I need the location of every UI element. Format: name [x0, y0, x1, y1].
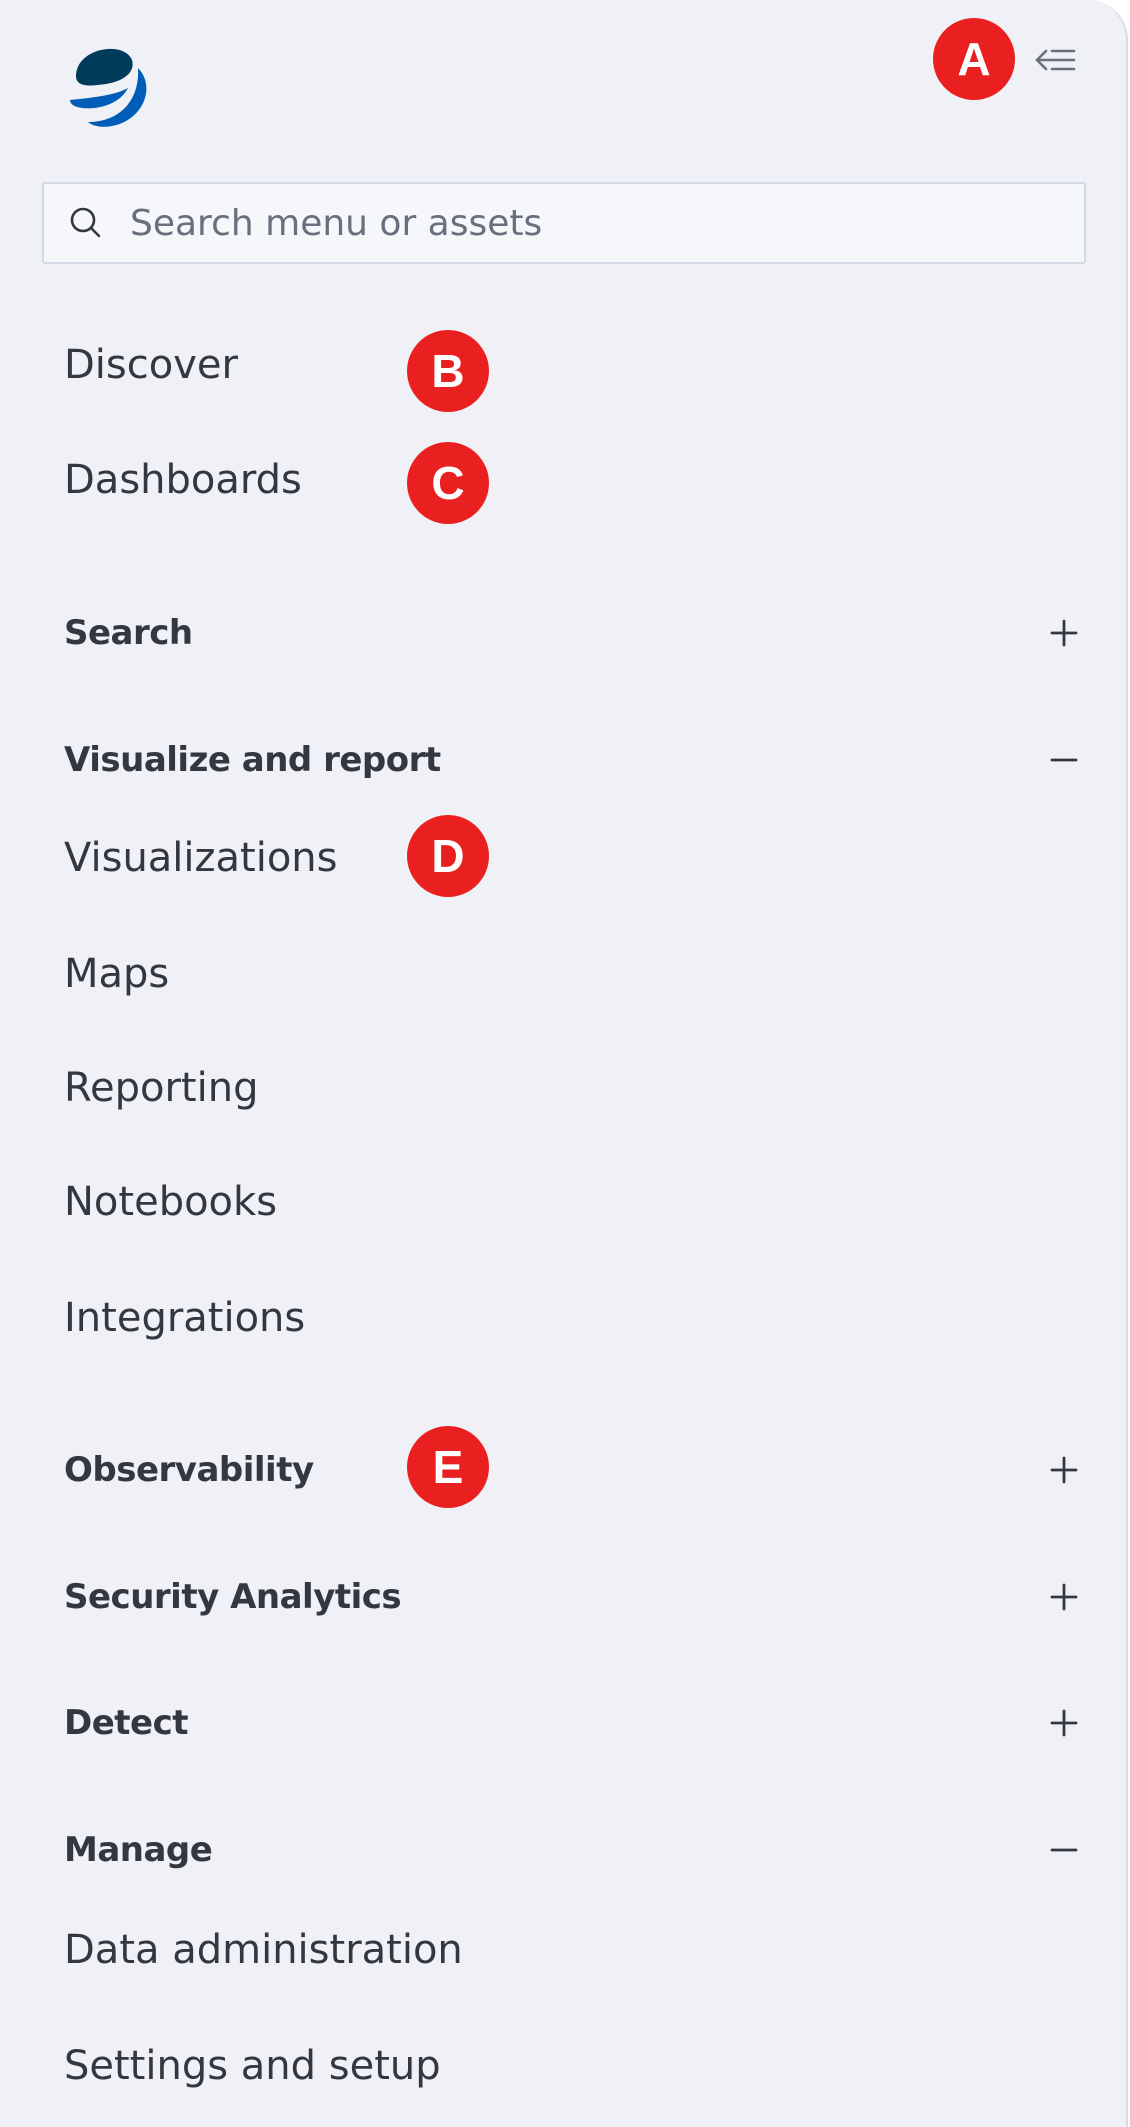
group-header-manage[interactable]: Manage	[64, 1820, 1086, 1880]
nav-item-dashboards[interactable]: Dashboards	[64, 450, 302, 510]
group-header-detect[interactable]: Detect	[64, 1693, 1086, 1753]
nav-item-maps[interactable]: Maps	[64, 944, 169, 1004]
nav-item-visualizations[interactable]: Visualizations	[64, 828, 338, 888]
group-title-observability: Observability	[64, 1450, 314, 1490]
nav-item-data-administration[interactable]: Data administration	[64, 1920, 463, 1980]
group-title-visualize-and-report: Visualize and report	[64, 740, 441, 780]
side-navigation-panel: Discover Dashboards Search Visualize and…	[0, 0, 1128, 2127]
collapse-menu-button[interactable]	[1030, 40, 1082, 80]
search-field[interactable]	[42, 182, 1086, 264]
annotation-marker-c: C	[407, 442, 489, 524]
annotation-marker-a: A	[933, 18, 1015, 100]
group-header-observability[interactable]: Observability	[64, 1440, 1086, 1500]
annotation-marker-d: D	[407, 815, 489, 897]
collapse-menu-icon	[1035, 49, 1076, 71]
group-header-visualize-and-report[interactable]: Visualize and report	[64, 730, 1086, 790]
annotation-marker-e: E	[407, 1426, 489, 1508]
minus-icon[interactable]	[1046, 742, 1082, 778]
group-title-manage: Manage	[64, 1830, 213, 1870]
group-title-search: Search	[64, 613, 193, 653]
search-input[interactable]	[130, 202, 1030, 244]
search-icon	[70, 207, 101, 238]
plus-icon[interactable]	[1046, 615, 1082, 651]
group-header-search[interactable]: Search	[64, 603, 1086, 663]
nav-item-reporting[interactable]: Reporting	[64, 1058, 258, 1118]
nav-item-settings-and-setup[interactable]: Settings and setup	[64, 2036, 441, 2096]
minus-icon[interactable]	[1046, 1832, 1082, 1868]
annotation-marker-b: B	[407, 330, 489, 412]
plus-icon[interactable]	[1046, 1579, 1082, 1615]
plus-icon[interactable]	[1046, 1452, 1082, 1488]
group-title-detect: Detect	[64, 1703, 189, 1743]
nav-item-integrations[interactable]: Integrations	[64, 1288, 305, 1348]
group-title-security-analytics: Security Analytics	[64, 1577, 402, 1617]
opensearch-logo-icon[interactable]	[62, 38, 158, 134]
group-header-security-analytics[interactable]: Security Analytics	[64, 1567, 1086, 1627]
nav-item-discover[interactable]: Discover	[64, 335, 238, 395]
nav-item-notebooks[interactable]: Notebooks	[64, 1172, 277, 1232]
plus-icon[interactable]	[1046, 1705, 1082, 1741]
